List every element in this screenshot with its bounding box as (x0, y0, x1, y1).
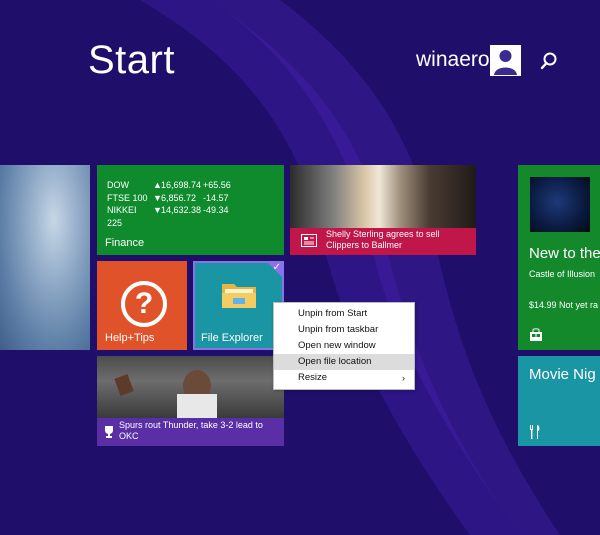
finance-row: DOW ▲ 16,698.74 +65.56 (107, 179, 231, 192)
folder-icon (221, 279, 257, 309)
tile-label: Finance (105, 237, 145, 249)
menu-item-label: Resize (298, 372, 328, 383)
menu-item-label: Open file location (298, 356, 372, 367)
sports-photo (97, 356, 284, 418)
store-headline: New to the (529, 245, 600, 262)
down-arrow-icon: ▼ (153, 205, 162, 215)
avatar[interactable] (490, 45, 521, 76)
checkmark-icon: ✓ (272, 262, 281, 273)
menu-item-label: Open new window (298, 340, 376, 351)
index-value: 16,698.74 (161, 180, 202, 190)
index-name: FTSE 100 (107, 192, 148, 203)
context-menu: Unpin from Start Unpin from taskbar Open… (273, 302, 415, 390)
movie-title: Movie Nig (529, 366, 596, 383)
tile-label: Help+Tips (105, 332, 155, 344)
page-title: Start (88, 38, 175, 82)
index-value: 14,632.38 (161, 205, 202, 215)
news-tile[interactable]: Shelly Sterling agrees to sell Clippers … (290, 165, 476, 255)
menu-item-open-file-location[interactable]: Open file location (274, 354, 414, 370)
menu-item-label: Unpin from Start (298, 308, 368, 319)
store-photo (530, 177, 590, 232)
index-change: +65.56 (203, 180, 231, 190)
finance-tile[interactable]: DOW ▲ 16,698.74 +65.56 FTSE 100 ▼ 6,856.… (97, 165, 284, 255)
search-icon[interactable] (539, 51, 559, 71)
index-name: NIKKEI 225 (107, 205, 137, 228)
news-photo (290, 165, 476, 228)
store-bag-icon (529, 328, 543, 347)
help-tips-tile[interactable]: ? Help+Tips (97, 261, 187, 350)
finance-indices: DOW ▲ 16,698.74 +65.56 FTSE 100 ▼ 6,856.… (107, 179, 231, 229)
store-tile[interactable]: New to the Castle of Illusion $14.99 Not… (518, 165, 600, 350)
movie-tile[interactable]: Movie Nig (518, 356, 600, 446)
menu-item-label: Unpin from taskbar (298, 324, 379, 335)
help-icon: ? (121, 281, 167, 327)
trophy-icon (103, 425, 115, 443)
chevron-right-icon: › (402, 373, 405, 383)
newspaper-icon (301, 234, 317, 252)
store-subtitle: Castle of Illusion (529, 269, 596, 279)
index-change: -49.34 (203, 205, 229, 215)
index-change: -14.57 (203, 192, 229, 203)
user-name[interactable]: winaero (416, 48, 490, 72)
photos-tile[interactable] (0, 165, 90, 350)
finance-row: NIKKEI 225 ▼ 14,632.38 -49.34 (107, 204, 231, 229)
menu-item-resize[interactable]: Resize › (274, 370, 414, 386)
news-headline: Shelly Sterling agrees to sell Clippers … (326, 229, 440, 250)
index-value: 6,856.72 (161, 192, 197, 203)
store-price: $14.99 Not yet ra (529, 300, 599, 310)
up-arrow-icon: ▲ (153, 180, 162, 190)
file-explorer-tile[interactable]: ✓ File Explorer (193, 261, 284, 350)
sports-tile[interactable]: Spurs rout Thunder, take 3-2 lead to OKC (97, 356, 284, 446)
tile-label: File Explorer (201, 332, 263, 344)
index-name: DOW (107, 180, 129, 190)
down-arrow-icon: ▼ (153, 192, 162, 203)
finance-row: FTSE 100 ▼ 6,856.72 -14.57 (107, 192, 231, 205)
menu-item-unpin-taskbar[interactable]: Unpin from taskbar (274, 322, 414, 338)
menu-item-open-new-window[interactable]: Open new window (274, 338, 414, 354)
menu-item-unpin-start[interactable]: Unpin from Start (274, 306, 414, 322)
sports-headline: Spurs rout Thunder, take 3-2 lead to OKC (119, 420, 263, 441)
food-icon (529, 424, 541, 444)
